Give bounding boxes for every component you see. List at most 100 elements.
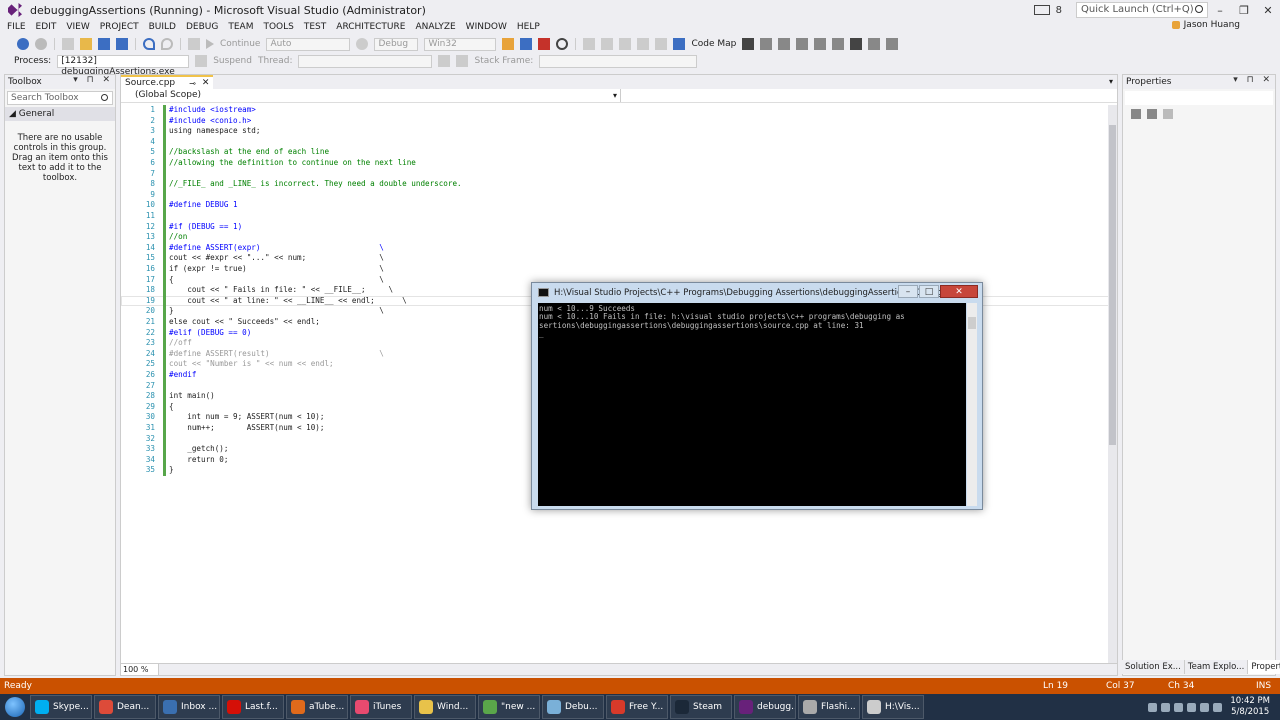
- continue-icon[interactable]: [206, 39, 214, 49]
- code-line[interactable]: 13 //on: [121, 232, 1109, 243]
- scrollbar-thumb[interactable]: [1109, 125, 1116, 445]
- menu-debug[interactable]: DEBUG: [181, 22, 223, 32]
- close-button[interactable]: ✕: [1256, 4, 1280, 17]
- menu-edit[interactable]: EDIT: [31, 22, 62, 32]
- console-window[interactable]: H:\Visual Studio Projects\C++ Programs\D…: [531, 282, 983, 510]
- next-bookmark-icon[interactable]: [886, 38, 899, 50]
- new-project-icon[interactable]: [62, 38, 74, 50]
- scrollbar-thumb[interactable]: [968, 317, 976, 329]
- pin-icon[interactable]: ⊸: [189, 79, 196, 88]
- code-line[interactable]: 14 #define ASSERT(expr) \: [121, 242, 1109, 254]
- tab-team-explorer[interactable]: Team Explo...: [1184, 660, 1249, 674]
- properties-object-select[interactable]: [1125, 91, 1273, 105]
- outdent-icon[interactable]: [832, 38, 845, 50]
- build-config-select[interactable]: Debug: [374, 37, 419, 51]
- show-next-statement-icon[interactable]: [583, 38, 596, 50]
- scope-select[interactable]: (Global Scope) ▾: [121, 89, 621, 102]
- taskbar-item[interactable]: "new ...: [478, 695, 540, 719]
- tab-dropdown-icon[interactable]: ▾: [1109, 77, 1113, 86]
- tab-source-cpp[interactable]: Source.cpp ⊸ ✕: [121, 75, 214, 89]
- notification-count[interactable]: 8: [1056, 5, 1062, 16]
- taskbar-item[interactable]: Steam: [670, 695, 732, 719]
- tray-icon[interactable]: [1187, 702, 1197, 712]
- toggle-bookmark-icon[interactable]: [850, 38, 863, 50]
- console-title-bar[interactable]: H:\Visual Studio Projects\C++ Programs\D…: [532, 283, 982, 303]
- undo-icon[interactable]: [143, 38, 155, 50]
- property-pages-icon[interactable]: [1163, 109, 1173, 119]
- menu-view[interactable]: VIEW: [61, 22, 94, 32]
- menu-file[interactable]: FILE: [2, 22, 31, 32]
- close-tab-icon[interactable]: ✕: [202, 78, 210, 88]
- code-line[interactable]: 9: [121, 189, 1109, 201]
- taskbar-item[interactable]: Flashi...: [798, 695, 860, 719]
- taskbar-item[interactable]: Debu...: [542, 695, 604, 719]
- menu-architecture[interactable]: ARCHITECTURE: [331, 22, 410, 32]
- code-line[interactable]: 2 #include <conio.h>: [121, 115, 1109, 127]
- prev-bookmark-icon[interactable]: [868, 38, 881, 50]
- taskbar-item[interactable]: Dean...: [94, 695, 156, 719]
- step-into-icon[interactable]: [601, 38, 614, 50]
- code-line[interactable]: 8 //_FILE_ and _LINE_ is incorrect. They …: [121, 179, 1109, 190]
- redo-icon[interactable]: [161, 38, 173, 50]
- platform-select[interactable]: Win32: [424, 37, 497, 51]
- taskbar-item[interactable]: Inbox ...: [158, 695, 220, 719]
- taskbar-item[interactable]: H:\Vis...: [862, 695, 924, 719]
- indent-icon[interactable]: [814, 38, 827, 50]
- code-map-button[interactable]: Code Map: [691, 39, 736, 49]
- menu-project[interactable]: PROJECT: [95, 22, 144, 32]
- tray-icon[interactable]: [1174, 702, 1184, 712]
- menu-test[interactable]: TEST: [299, 22, 331, 32]
- menu-team[interactable]: TEAM: [223, 22, 258, 32]
- solution-config-select[interactable]: Auto: [266, 37, 351, 51]
- categorized-icon[interactable]: [1131, 109, 1141, 119]
- break-all-icon[interactable]: [520, 38, 533, 50]
- menu-help[interactable]: HELP: [512, 22, 545, 32]
- restore-button[interactable]: ❐: [1232, 4, 1256, 17]
- toolbox-search-input[interactable]: Search Toolbox: [7, 91, 113, 105]
- code-line[interactable]: 15 cout << #expr << "..." << num; \: [121, 253, 1109, 264]
- code-line[interactable]: 5 //backslash at the end of each line: [121, 147, 1109, 158]
- tray-icon[interactable]: [1161, 702, 1171, 712]
- save-all-icon[interactable]: [116, 38, 128, 50]
- restart-icon[interactable]: [556, 38, 569, 50]
- lifecycle-events-icon[interactable]: [195, 55, 208, 67]
- taskbar-item[interactable]: aTube...: [286, 695, 348, 719]
- console-close-button[interactable]: ✕: [940, 285, 978, 298]
- menu-window[interactable]: WINDOW: [461, 22, 512, 32]
- code-line[interactable]: 6 //allowing the definition to continue o…: [121, 158, 1109, 169]
- panel-controls-icon[interactable]: ▾ ⊓ ✕: [1233, 75, 1273, 85]
- code-line[interactable]: 10 #define DEBUG 1: [121, 200, 1109, 211]
- code-line[interactable]: 4: [121, 136, 1109, 148]
- stack-frame-select[interactable]: [539, 54, 698, 68]
- layout-icon[interactable]: [188, 38, 200, 50]
- taskbar-item[interactable]: Last.f...: [222, 695, 284, 719]
- console-maximize-button[interactable]: □: [919, 285, 939, 298]
- minimize-button[interactable]: –: [1208, 4, 1232, 17]
- save-icon[interactable]: [98, 38, 110, 50]
- menu-tools[interactable]: TOOLS: [258, 22, 298, 32]
- taskbar-item[interactable]: Wind...: [414, 695, 476, 719]
- tray-icon[interactable]: [1148, 702, 1158, 712]
- menu-build[interactable]: BUILD: [144, 22, 181, 32]
- panel-controls-icon[interactable]: ▾ ⊓ ✕: [73, 75, 113, 85]
- code-line[interactable]: 11: [121, 211, 1109, 222]
- console-scrollbar[interactable]: [967, 303, 977, 506]
- step-over-icon[interactable]: [619, 38, 632, 50]
- process-select[interactable]: [12132] debuggingAssertions.exe: [57, 54, 190, 77]
- stop-debugging-icon[interactable]: [538, 38, 551, 50]
- uncomment-icon[interactable]: [796, 38, 809, 50]
- code-line[interactable]: 1 #include <iostream>: [121, 105, 1109, 116]
- volume-icon[interactable]: [1200, 702, 1210, 712]
- network-icon[interactable]: [1213, 702, 1223, 712]
- vertical-scrollbar[interactable]: [1108, 105, 1117, 663]
- forward-icon[interactable]: [35, 38, 47, 50]
- alphabetical-icon[interactable]: [1147, 109, 1157, 119]
- tab-properties[interactable]: Properties: [1248, 660, 1280, 674]
- code-line[interactable]: 16 if (expr != true) \: [121, 264, 1109, 275]
- hex-icon[interactable]: [655, 38, 668, 50]
- taskbar-item[interactable]: Skype...: [30, 695, 92, 719]
- tab-solution-explorer[interactable]: Solution Ex...: [1122, 660, 1185, 674]
- filter-thread-icon[interactable]: [456, 55, 469, 67]
- clock[interactable]: 10:42 PM 5/8/2015: [1230, 696, 1270, 718]
- step-out-icon[interactable]: [637, 38, 650, 50]
